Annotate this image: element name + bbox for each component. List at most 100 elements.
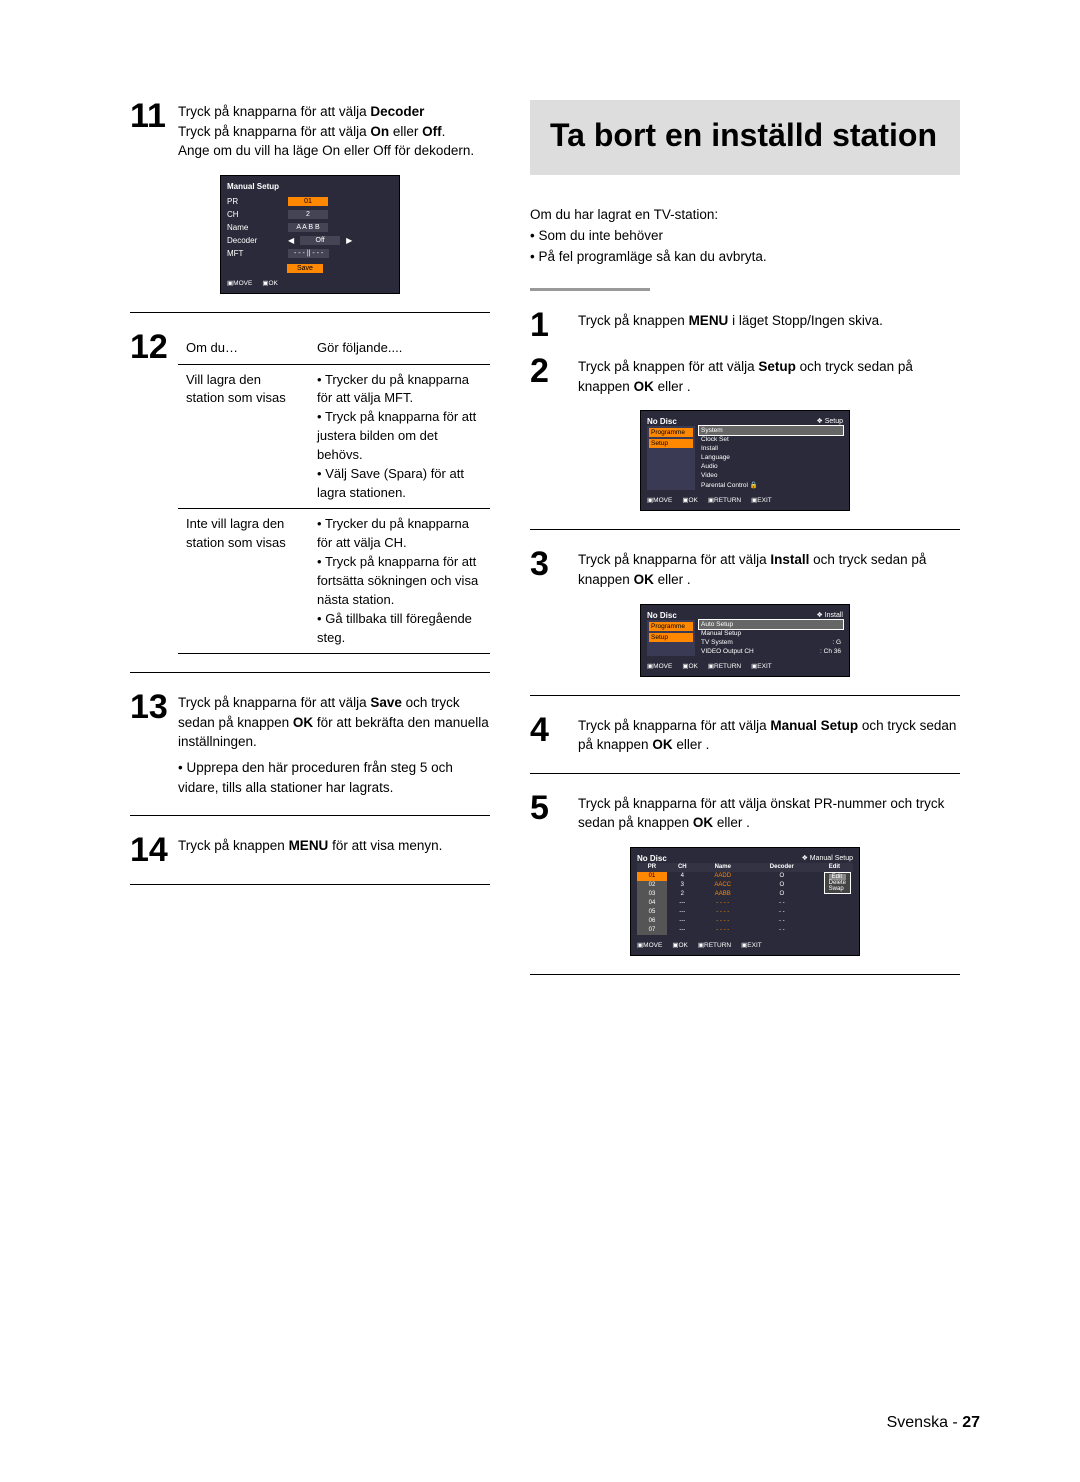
step-4: 4 Tryck på knapparna för att välja Manua…	[530, 714, 960, 755]
text: eller .	[658, 572, 691, 587]
footer-page-number: 27	[962, 1414, 980, 1431]
osd-label: MFT	[227, 249, 282, 258]
menu-item: Auto Setup	[699, 620, 843, 629]
step-5: 5 Tryck på knapparna för att välja önska…	[530, 792, 960, 833]
osd-title-right: ❖ Install	[816, 611, 843, 619]
text: Tryck på knapparna	[578, 796, 701, 811]
text: • Som du inte behöver	[530, 226, 960, 247]
osd-install-menu: No Disc ❖ Install Programme Setup Auto S…	[640, 604, 850, 677]
step-13-body: Tryck på knapparna för att välja Save oc…	[178, 691, 490, 797]
osd-hint: ▣EXIT	[741, 941, 762, 949]
osd-hint: ▣EXIT	[751, 662, 772, 670]
sidebar-item: Setup	[649, 439, 693, 448]
osd-manual-setup: Manual Setup PR01 CH2 NameA A B B Decode…	[220, 175, 400, 294]
osd-value: A A B B	[288, 223, 328, 232]
right-column: Ta bort en inställd station Om du har la…	[530, 100, 960, 993]
osd-label: Decoder	[227, 236, 282, 245]
osd-label: CH	[227, 210, 282, 219]
osd-title-left: No Disc	[647, 417, 677, 426]
step-4-body: Tryck på knapparna för att välja Manual …	[578, 714, 960, 755]
th: Name	[698, 863, 748, 872]
text: för att välja	[301, 104, 371, 119]
text: eller .	[717, 815, 750, 830]
bold: OK	[652, 737, 672, 752]
text: Ange om du vill ha läge On eller Off för…	[178, 143, 474, 158]
bold: On	[370, 124, 389, 139]
osd-title-left: No Disc	[637, 854, 667, 863]
list-item: Tryck på knapparna för att justera bilde…	[317, 408, 482, 465]
menu-item: Video	[699, 471, 843, 480]
intro-text: Om du har lagrat en TV-station: • Som du…	[530, 205, 960, 268]
list-item: Gå tillbaka till föregående steg.	[317, 610, 482, 648]
text: Tryck på knapparna	[578, 552, 701, 567]
text: Tryck på knapparna	[178, 104, 301, 119]
osd-label: Name	[227, 223, 282, 232]
text: för att välja	[701, 552, 771, 567]
text: för att välja	[701, 718, 771, 733]
page-footer: Svenska - 27	[887, 1414, 980, 1432]
text: Tryck på knappen	[578, 313, 689, 328]
step-1: 1 Tryck på knappen MENU i läget Stopp/In…	[530, 309, 960, 341]
osd-hint: ▣OK	[682, 662, 698, 670]
text: för att välja	[301, 124, 371, 139]
bold: Decoder	[370, 104, 424, 119]
divider	[130, 815, 490, 816]
list-item: Trycker du på knapparna för att välja CH…	[317, 515, 482, 553]
osd-title-right: ❖ Setup	[816, 417, 843, 425]
bold: Save	[370, 695, 402, 710]
menu-item: TV System : G	[699, 638, 843, 647]
step-3-body: Tryck på knapparna för att välja Install…	[578, 548, 960, 589]
step-13: 13 Tryck på knapparna för att välja Save…	[130, 691, 490, 797]
dropdown-item: Swap	[829, 886, 846, 892]
divider	[530, 529, 960, 530]
th: CH	[667, 863, 698, 872]
th: Edit	[816, 863, 853, 872]
step-2-body: Tryck på knappen för att välja Setup och…	[578, 355, 960, 396]
text: Om du har lagrat en TV-station:	[530, 205, 960, 226]
divider	[530, 695, 960, 696]
thick-divider	[530, 288, 650, 291]
step-14-body: Tryck på knappen MENU för att visa menyn…	[178, 834, 490, 866]
bold: OK	[293, 715, 313, 730]
osd-hint: ▣EXIT	[751, 496, 772, 504]
menu-item: Clock Set	[699, 435, 843, 444]
menu-item: VIDEO Output CH : Ch 36	[699, 647, 843, 656]
sidebar-item: Programme	[649, 622, 693, 631]
text: för att välja	[689, 359, 759, 374]
channel-table: PR CH Name Decoder Edit 014AADDO 023AACC…	[637, 863, 853, 935]
sidebar-item: Setup	[649, 633, 693, 642]
left-column: 11 Tryck på knapparna för att välja Deco…	[130, 100, 490, 993]
text: Tryck på knapparna	[178, 695, 301, 710]
menu-item: Language	[699, 453, 843, 462]
osd-hint: ▣RETURN	[708, 496, 741, 504]
table-cell: Vill lagra den station som visas	[178, 364, 309, 509]
step-5-body: Tryck på knapparna för att välja önskat …	[578, 792, 960, 833]
text: • På fel programläge så kan du avbryta.	[530, 247, 960, 268]
osd-title: Manual Setup	[227, 182, 393, 191]
divider	[130, 672, 490, 673]
text: Tryck på knappen	[578, 359, 689, 374]
bold: OK	[634, 572, 654, 587]
th: Decoder	[748, 863, 816, 872]
text: Upprepa den här proceduren från steg 5 o…	[178, 760, 453, 795]
bold: MENU	[289, 838, 329, 853]
osd-value: Off	[300, 236, 340, 245]
step-number: 11	[130, 100, 172, 161]
osd-value: - - - || - - -	[288, 249, 329, 258]
osd-hint: ▣MOVE	[227, 279, 252, 287]
step-number: 3	[530, 548, 572, 589]
osd-hint: ▣MOVE	[647, 662, 672, 670]
list-item: Tryck på knapparna för att fortsätta sök…	[317, 553, 482, 610]
bold: Manual Setup	[770, 718, 858, 733]
osd-value: 01	[288, 197, 328, 206]
bold: Setup	[758, 359, 796, 374]
osd-value: 2	[288, 210, 328, 219]
footer-language: Svenska -	[887, 1414, 963, 1431]
bold: Install	[770, 552, 809, 567]
table-header: Gör följande....	[309, 333, 490, 364]
text: eller	[393, 124, 422, 139]
osd-save-button: Save	[287, 264, 323, 273]
context-dropdown: Edit Delete Swap	[824, 872, 851, 894]
osd-title-right: ❖ Manual Setup	[802, 854, 853, 862]
step-14: 14 Tryck på knappen MENU för att visa me…	[130, 834, 490, 866]
